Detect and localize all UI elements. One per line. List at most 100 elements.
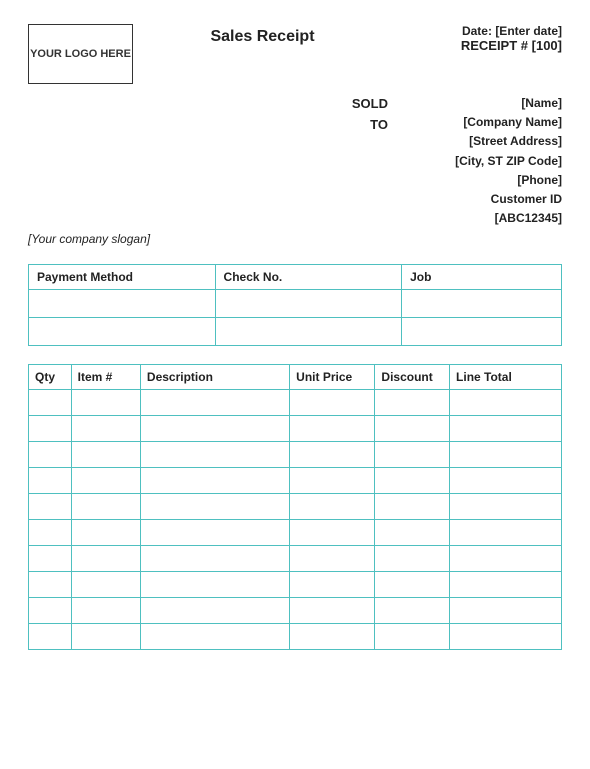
date-value: [Enter date] [495,24,562,38]
payment-table: Payment Method Check No. Job [28,264,562,346]
discount-header: Discount [375,365,450,390]
line-total-cell [450,572,562,598]
item-cell [71,572,140,598]
sold-city: [City, ST ZIP Code] [402,152,562,171]
items-table: Qty Item # Description Unit Price Discou… [28,364,562,650]
payment-table-header-row: Payment Method Check No. Job [29,265,562,290]
qty-cell [29,416,72,442]
unit-price-cell [290,546,375,572]
logo-text: YOUR LOGO HERE [30,47,131,61]
description-cell [140,546,289,572]
line-total-cell [450,442,562,468]
unit-price-cell [290,598,375,624]
description-cell [140,520,289,546]
customer-id-value: [ABC12345] [402,209,562,228]
sold-section: SOLD TO [Name] [Company Name] [Street Ad… [28,94,562,228]
qty-header: Qty [29,365,72,390]
receipt-label: RECEIPT # [461,38,528,53]
description-header: Description [140,365,289,390]
qty-cell [29,520,72,546]
unit-price-header: Unit Price [290,365,375,390]
discount-cell [375,468,450,494]
unit-price-cell [290,416,375,442]
sold-name: [Name] [402,94,562,113]
title-area: Sales Receipt [133,24,392,46]
unit-price-cell [290,390,375,416]
receipt-line: RECEIPT # [100] [392,38,562,53]
sold-line1: SOLD [352,94,388,115]
item-cell [71,520,140,546]
unit-price-cell [290,520,375,546]
table-row [29,318,562,346]
qty-cell [29,572,72,598]
table-row [29,442,562,468]
job-cell [402,290,562,318]
line-total-header: Line Total [450,365,562,390]
unit-price-cell [290,572,375,598]
company-slogan: [Your company slogan] [28,232,562,246]
discount-cell [375,546,450,572]
line-total-cell [450,520,562,546]
qty-cell [29,468,72,494]
line-total-cell [450,546,562,572]
table-row [29,624,562,650]
discount-cell [375,494,450,520]
date-line: Date: [Enter date] [392,24,562,38]
line-total-cell [450,390,562,416]
discount-cell [375,572,450,598]
date-label: Date: [462,24,492,38]
table-row [29,546,562,572]
sold-company: [Company Name] [402,113,562,132]
payment-method-cell [29,290,216,318]
payment-method-cell [29,318,216,346]
description-cell [140,416,289,442]
page: YOUR LOGO HERE Sales Receipt Date: [Ente… [0,0,590,769]
qty-cell [29,390,72,416]
line-total-cell [450,598,562,624]
table-row [29,390,562,416]
receipt-value: [100] [532,38,562,53]
qty-cell [29,442,72,468]
item-cell [71,442,140,468]
payment-method-header: Payment Method [29,265,216,290]
discount-cell [375,390,450,416]
check-no-header: Check No. [215,265,402,290]
unit-price-cell [290,442,375,468]
item-cell [71,468,140,494]
item-cell [71,390,140,416]
discount-cell [375,624,450,650]
line-total-cell [450,624,562,650]
job-cell [402,318,562,346]
item-header: Item # [71,365,140,390]
table-row [29,572,562,598]
header: YOUR LOGO HERE Sales Receipt Date: [Ente… [28,24,562,84]
sold-line2: TO [352,115,388,136]
table-row [29,494,562,520]
discount-cell [375,520,450,546]
description-cell [140,598,289,624]
discount-cell [375,442,450,468]
line-total-cell [450,468,562,494]
sold-phone: [Phone] [402,171,562,190]
unit-price-cell [290,494,375,520]
table-row [29,598,562,624]
description-cell [140,442,289,468]
job-header: Job [402,265,562,290]
line-total-cell [450,494,562,520]
item-cell [71,546,140,572]
qty-cell [29,624,72,650]
description-cell [140,390,289,416]
check-no-cell [215,318,402,346]
customer-id-label: Customer ID [402,190,562,209]
sold-label: SOLD TO [352,94,388,228]
item-cell [71,416,140,442]
sold-values: [Name] [Company Name] [Street Address] [… [402,94,562,228]
top-right: Date: [Enter date] RECEIPT # [100] [392,24,562,53]
discount-cell [375,416,450,442]
description-cell [140,572,289,598]
table-row [29,416,562,442]
qty-cell [29,494,72,520]
table-row [29,290,562,318]
item-cell [71,494,140,520]
table-row [29,520,562,546]
